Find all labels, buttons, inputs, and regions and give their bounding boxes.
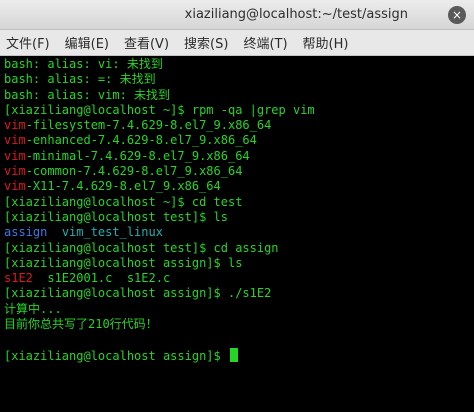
window-title: xiaziliang@localhost:~/test/assign <box>184 7 408 22</box>
terminal-line: [xiaziliang@localhost test]$ cd assign <box>4 240 279 255</box>
package-name: -common-7.4.629-8.el7_9.x86_64 <box>25 164 243 179</box>
terminal-line: vim-common-7.4.629-8.el7_9.x86_64 <box>4 164 474 179</box>
cursor <box>229 347 238 362</box>
terminal-line: vim-minimal-7.4.629-8.el7_9.x86_64 <box>4 149 474 164</box>
grep-match: vim <box>4 133 26 148</box>
terminal-window: xiaziliang@localhost:~/test/assign × 文件(… <box>0 0 474 412</box>
package-name: -minimal-7.4.629-8.el7_9.x86_64 <box>25 148 250 163</box>
terminal-line: bash: alias: vi: 未找到 <box>4 57 163 71</box>
terminal-line: vim-X11-7.4.629-8.el7_9.x86_64 <box>4 179 474 194</box>
title-bar[interactable]: xiaziliang@localhost:~/test/assign × <box>0 0 474 30</box>
prompt-line[interactable]: [xiaziliang@localhost assign]$ <box>4 347 474 363</box>
menu-file[interactable]: 文件(F) <box>6 33 50 52</box>
menu-bar: 文件(F) 编辑(E) 查看(V) 搜索(S) 终端(T) 帮助(H) <box>0 30 474 56</box>
dir-entry: vim_test_linux <box>61 225 163 240</box>
file-entries: s1E2001.c s1E2.c <box>32 271 171 286</box>
dir-entry: assign <box>4 225 48 240</box>
close-icon[interactable]: × <box>448 6 466 24</box>
menu-terminal[interactable]: 终端(T) <box>243 33 287 52</box>
executable-entry: s1E2 <box>4 271 33 286</box>
grep-match: vim <box>4 164 26 179</box>
menu-search[interactable]: 搜索(S) <box>184 33 228 52</box>
terminal-line: [xiaziliang@localhost ~]$ cd test <box>4 194 243 209</box>
package-name: -X11-7.4.629-8.el7_9.x86_64 <box>25 179 221 194</box>
grep-match: vim <box>4 179 26 194</box>
terminal-line: assign vim_test_linux <box>4 225 474 240</box>
terminal-line: bash: alias: vim: 未找到 <box>4 87 171 102</box>
menu-view[interactable]: 查看(V) <box>124 33 169 52</box>
terminal-line: vim-enhanced-7.4.629-8.el7_9.x86_64 <box>4 133 474 148</box>
menu-help[interactable]: 帮助(H) <box>303 33 349 52</box>
grep-match: vim <box>4 148 26 163</box>
terminal-line: 计算中... <box>4 301 62 316</box>
terminal-output[interactable]: bash: alias: vi: 未找到 bash: alias: =: 未找到… <box>0 56 474 412</box>
grep-match: vim <box>4 118 26 133</box>
prompt: [xiaziliang@localhost assign]$ <box>4 348 228 363</box>
terminal-line: [xiaziliang@localhost test]$ ls <box>4 209 228 224</box>
menu-edit[interactable]: 编辑(E) <box>65 33 109 52</box>
terminal-line: vim-filesystem-7.4.629-8.el7_9.x86_64 <box>4 118 474 133</box>
terminal-line: bash: alias: =: 未找到 <box>4 72 156 87</box>
package-name: -filesystem-7.4.629-8.el7_9.x86_64 <box>25 118 272 133</box>
terminal-line: 目前你总共写了210行代码！ <box>4 317 158 332</box>
package-name: -enhanced-7.4.629-8.el7_9.x86_64 <box>25 133 257 148</box>
terminal-line: [xiaziliang@localhost assign]$ ./s1E2 <box>4 286 272 301</box>
terminal-line: [xiaziliang@localhost ~]$ rpm -qa |grep … <box>4 102 315 117</box>
terminal-line: s1E2 s1E2001.c s1E2.c <box>4 271 474 286</box>
terminal-line: [xiaziliang@localhost assign]$ ls <box>4 255 243 270</box>
